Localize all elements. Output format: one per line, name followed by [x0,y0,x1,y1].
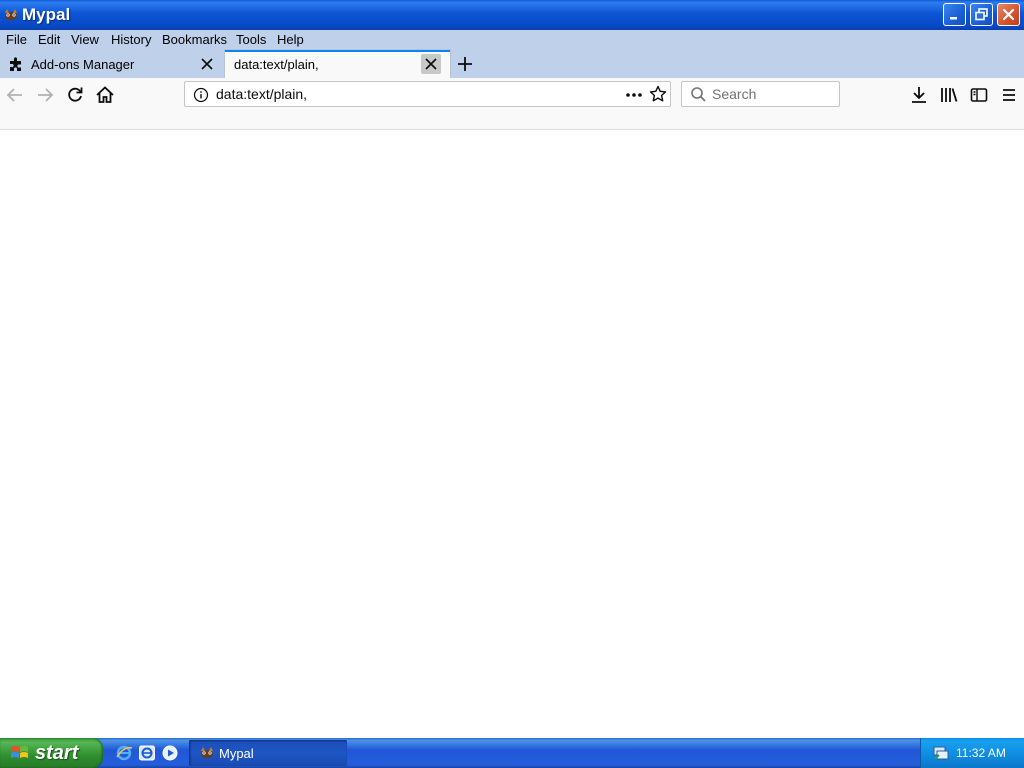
puzzle-icon [10,57,21,71]
mypal-icon [201,747,213,758]
hamburger-menu-button[interactable] [998,84,1020,106]
url-text[interactable]: data:text/plain, [216,86,307,102]
taskbar-item-mypal[interactable]: Mypal [189,740,347,766]
back-arrow-icon [6,88,22,102]
search-icon [691,87,706,102]
reload-icon [68,87,83,102]
restore-icon [975,8,988,21]
clock[interactable]: 11:32 AM [956,746,1006,760]
navigation-toolbar: data:text/plain, Search [0,78,1024,130]
download-icon [912,87,926,103]
tab-addons-manager[interactable]: Add-ons Manager [0,50,224,78]
media-player-icon[interactable] [161,744,179,762]
network-icon[interactable] [932,744,950,762]
menu-tools[interactable]: Tools [236,32,266,47]
forward-button[interactable] [34,84,56,106]
tab-label: Add-ons Manager [31,57,135,72]
mypal-icon [5,9,17,20]
tab-label: data:text/plain, [234,57,319,72]
reload-button[interactable] [64,84,86,106]
close-icon [201,58,213,70]
sidebar-icon [970,88,988,102]
menu-edit[interactable]: Edit [38,32,60,47]
windows-logo-icon [11,746,28,758]
page-content[interactable] [0,130,1024,738]
menu-bookmarks[interactable]: Bookmarks [162,32,227,47]
back-button[interactable] [4,84,26,106]
taskbar: start Mypal 11:32 AM [0,738,1024,768]
info-icon[interactable] [193,87,209,103]
minimize-button[interactable] [943,3,966,26]
tab-close-button[interactable] [197,54,217,74]
internet-explorer-icon[interactable] [115,744,133,762]
url-bar[interactable]: data:text/plain, [184,81,671,107]
search-placeholder: Search [712,86,757,102]
restore-button[interactable] [970,3,993,26]
home-icon [96,86,114,103]
home-button[interactable] [94,84,116,106]
library-icon [941,88,958,102]
search-bar[interactable]: Search [681,81,840,107]
outlook-express-icon[interactable] [138,744,156,762]
menu-help[interactable]: Help [277,32,304,47]
page-actions-icon[interactable] [625,87,643,103]
tab-data-text-plain[interactable]: data:text/plain, [225,50,450,78]
minimize-icon [950,17,957,20]
title-bar: Mypal [0,0,1024,30]
start-label: start [35,742,79,764]
sidebar-toggle-button[interactable] [968,84,990,106]
window-title: Mypal [22,5,71,24]
forward-arrow-icon [38,88,54,102]
system-tray: 11:32 AM [920,738,1024,768]
bookmark-star-icon[interactable] [649,85,667,103]
tab-strip: Add-ons Manager data:text/plain, [0,50,1024,78]
menu-bar: File Edit View History Bookmarks Tools H… [0,30,1024,50]
close-window-button[interactable] [997,3,1020,26]
menu-history[interactable]: History [111,32,151,47]
new-tab-button[interactable] [454,53,476,75]
downloads-button[interactable] [908,84,930,106]
menu-view[interactable]: View [71,32,99,47]
close-icon [425,58,437,70]
close-icon [1002,8,1015,21]
start-button[interactable]: start [0,738,103,768]
library-button[interactable] [938,84,960,106]
menu-file[interactable]: File [6,32,27,47]
taskbar-item-label: Mypal [219,746,254,761]
plus-icon [458,57,472,71]
hamburger-menu-icon [1003,89,1015,101]
tab-close-button[interactable] [421,54,441,74]
